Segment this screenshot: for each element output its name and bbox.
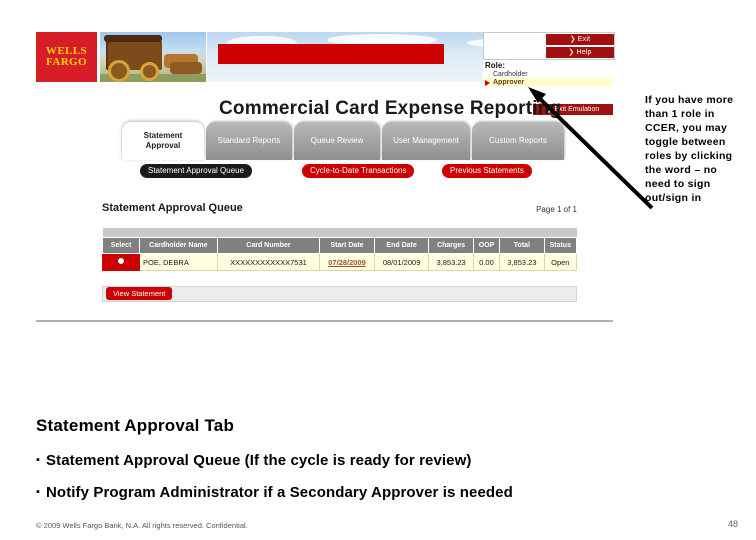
cell-cardholder-name: POE, DEBRA — [139, 253, 218, 271]
column-header-oop: OOP — [472, 237, 501, 254]
stagecoach-wheel-front — [140, 62, 159, 81]
screenshot-bottom-rule — [36, 320, 613, 322]
tab-label: Standard Reports — [217, 136, 281, 145]
tab-queue-review[interactable]: Queue Review — [294, 122, 380, 160]
column-header-total: Total — [499, 237, 545, 254]
start-date-link[interactable]: 07/28/2009 — [328, 258, 366, 267]
bullet-item: ▪ Notify Program Administrator if a Secon… — [36, 484, 513, 501]
view-statement-button[interactable]: View Statement — [106, 287, 173, 300]
wells-fargo-logo: WELLS FARGO — [36, 32, 97, 82]
column-header-end-date: End Date — [373, 237, 430, 254]
tab-label: Statement Approval — [143, 131, 183, 150]
table-header-row: Select Cardholder Name Card Number Start… — [102, 237, 578, 254]
table-row: POE, DEBRA XXXXXXXXXXXX7531 07/28/2009 0… — [102, 253, 578, 271]
column-header-card-number: Card Number — [216, 237, 321, 254]
stagecoach-horse-two — [170, 62, 202, 74]
cell-start-date[interactable]: 07/28/2009 — [319, 253, 375, 271]
triangle-marker-icon — [485, 80, 490, 86]
radio-selected-icon — [117, 257, 125, 265]
role-panel-heading: Role: — [485, 61, 505, 70]
exit-button[interactable]: ❯ Exit — [546, 34, 614, 45]
help-button[interactable]: ❯ Help — [546, 47, 614, 58]
exit-button-label: Exit — [577, 36, 591, 43]
column-header-status: Status — [543, 237, 578, 254]
cell-oop: 0.00 — [472, 253, 501, 271]
stagecoach-wheel-rear — [108, 60, 130, 82]
stagecoach-roof — [104, 35, 162, 42]
subnav-statement-approval-queue[interactable]: Statement Approval Queue — [140, 164, 253, 178]
chevron-right-icon: ❯ — [569, 36, 576, 43]
help-button-label: Help — [576, 49, 592, 56]
statement-approval-queue-table: Select Cardholder Name Card Number Start… — [102, 228, 578, 271]
tab-user-management[interactable]: User Management — [382, 122, 470, 160]
bullet-text: Notify Program Administrator if a Second… — [46, 484, 513, 501]
row-select-radio[interactable] — [102, 253, 140, 271]
page-title: Statement Approval Tab — [36, 416, 235, 435]
annotation-text: If you have more than 1 role in CCER, yo… — [645, 94, 734, 204]
footer-copyright: © 2009 Wells Fargo Bank, N.A. All rights… — [36, 521, 248, 530]
column-header-select: Select — [102, 237, 140, 254]
subnav-cycle-to-date-transactions[interactable]: Cycle-to-Date Transactions — [302, 164, 415, 178]
annotation-arrow — [528, 87, 654, 210]
role-item-label: Cardholder — [493, 71, 528, 78]
table-top-band — [102, 228, 577, 238]
tab-label: User Management — [393, 136, 459, 145]
cell-charges: 3,853.23 — [428, 253, 474, 271]
column-header-charges: Charges — [428, 237, 474, 254]
header-red-bar — [218, 44, 444, 64]
column-header-cardholder-name: Cardholder Name — [139, 237, 218, 254]
tab-statement-approval[interactable]: Statement Approval — [122, 122, 204, 160]
stagecoach-image — [100, 32, 206, 82]
footer-page-number: 48 — [727, 519, 738, 529]
chevron-right-icon: ❯ — [568, 49, 575, 56]
role-item-cardholder[interactable]: Cardholder — [483, 70, 613, 78]
cell-status: Open — [543, 253, 578, 271]
logo-line-2: FARGO — [46, 56, 87, 68]
utility-button-group: ❯ Exit ❯ Help — [483, 32, 615, 60]
bullet-square-icon: ▪ — [36, 486, 40, 498]
cell-card-number: XXXXXXXXXXXX7531 — [216, 253, 321, 271]
bullet-text: Statement Approval Queue (If the cycle i… — [46, 452, 472, 469]
tab-label: Queue Review — [310, 136, 364, 145]
bullet-item: ▪ Statement Approval Queue (If the cycle … — [36, 452, 471, 469]
column-header-start-date: Start Date — [319, 237, 375, 254]
bullet-square-icon: ▪ — [36, 454, 40, 466]
cell-end-date: 08/01/2009 — [373, 253, 430, 271]
queue-title: Statement Approval Queue — [102, 202, 243, 214]
tab-standard-reports[interactable]: Standard Reports — [206, 122, 292, 160]
cell-total: 3,853.23 — [499, 253, 545, 271]
table-footer-band — [102, 286, 577, 302]
